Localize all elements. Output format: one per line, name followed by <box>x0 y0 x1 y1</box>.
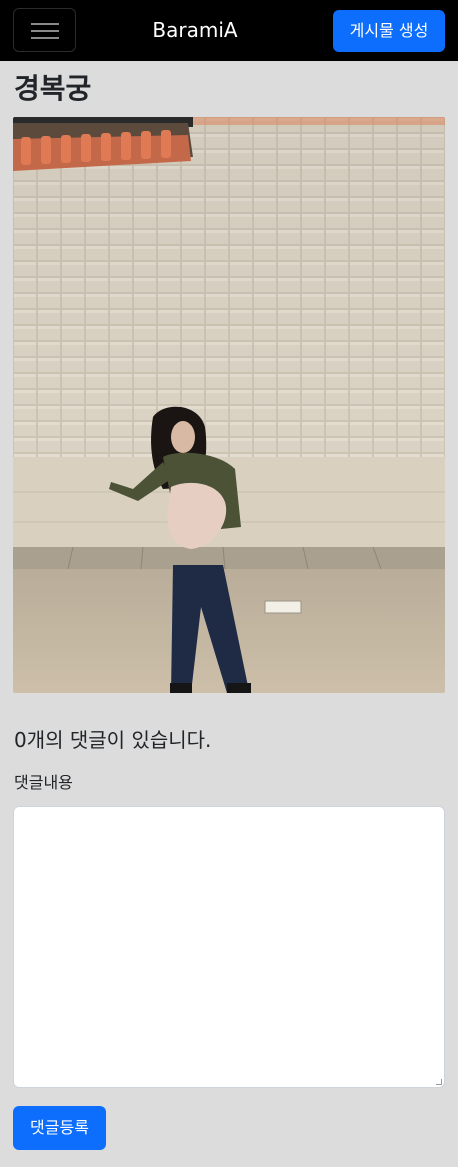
post-photo-image <box>13 117 445 693</box>
submit-comment-button[interactable]: 댓글등록 <box>13 1106 106 1150</box>
textarea-resize-handle[interactable] <box>436 1079 442 1085</box>
post-title: 경복궁 <box>14 72 92 105</box>
brand-link[interactable]: BaramiA <box>125 16 265 44</box>
post-photo <box>13 117 445 693</box>
hamburger-menu-icon <box>31 23 59 25</box>
hamburger-menu-icon-bar <box>31 37 59 39</box>
comment-content-textarea[interactable] <box>13 806 445 1088</box>
hamburger-menu-icon-bar <box>31 30 59 32</box>
comment-content-label: 댓글내용 <box>14 773 73 792</box>
create-post-button[interactable]: 게시물 생성 <box>333 10 445 52</box>
comment-count: 0개의 댓글이 있습니다. <box>14 728 212 752</box>
menu-toggle-button[interactable] <box>13 8 76 52</box>
navbar: BaramiA 게시물 생성 <box>0 0 458 61</box>
